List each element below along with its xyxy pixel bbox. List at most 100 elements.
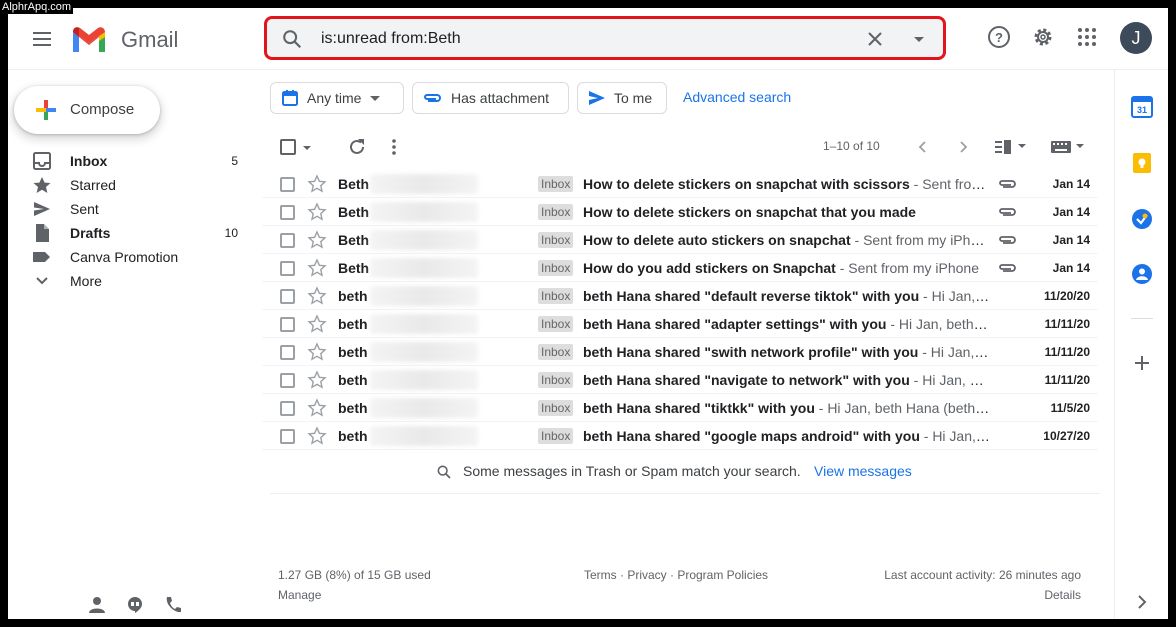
sender-name: beth bbox=[338, 316, 368, 332]
email-row[interactable]: Beth Inbox How do you add stickers on Snap… bbox=[262, 254, 1098, 282]
email-subject-line: beth Hana shared "swith network profile"… bbox=[583, 344, 991, 360]
gmail-logo-icon[interactable] bbox=[70, 24, 108, 54]
calendar-app-icon[interactable]: 31 bbox=[1131, 96, 1153, 118]
add-addon-icon[interactable] bbox=[1131, 352, 1153, 374]
row-checkbox[interactable] bbox=[280, 261, 295, 276]
star-toggle-icon[interactable] bbox=[307, 258, 327, 278]
hangouts-icon[interactable] bbox=[126, 596, 144, 614]
sidebar-item-sent[interactable]: Sent bbox=[8, 197, 258, 221]
email-subject-line: beth Hana shared "default reverse tiktok… bbox=[583, 288, 991, 304]
search-input[interactable]: is:unread from:Beth bbox=[321, 30, 461, 48]
manage-storage-link[interactable]: Manage bbox=[278, 588, 321, 602]
email-subject: beth Hana shared "navigate to network" w… bbox=[583, 372, 910, 388]
row-checkbox[interactable] bbox=[280, 401, 295, 416]
refresh-icon[interactable] bbox=[347, 137, 367, 157]
send-icon bbox=[589, 91, 605, 105]
email-row[interactable]: beth Inbox beth Hana shared "swith network… bbox=[262, 338, 1098, 366]
person-icon[interactable] bbox=[88, 596, 106, 614]
star-icon bbox=[33, 177, 51, 193]
any-time-filter[interactable]: Any time bbox=[270, 82, 404, 114]
row-checkbox[interactable] bbox=[280, 345, 295, 360]
email-subject-line: How to delete stickers on snapchat that … bbox=[583, 204, 991, 220]
inbox-label-badge[interactable]: Inbox bbox=[538, 316, 574, 332]
search-icon[interactable] bbox=[281, 28, 303, 50]
sidebar-item-inbox[interactable]: Inbox 5 bbox=[8, 149, 258, 173]
has-attachment-filter[interactable]: Has attachment bbox=[412, 82, 569, 114]
inbox-label-badge[interactable]: Inbox bbox=[538, 176, 574, 192]
star-toggle-icon[interactable] bbox=[307, 342, 327, 362]
keep-app-icon[interactable] bbox=[1131, 152, 1153, 174]
draft-icon bbox=[36, 224, 49, 242]
star-toggle-icon[interactable] bbox=[307, 202, 327, 222]
search-bar[interactable]: is:unread from:Beth bbox=[264, 16, 946, 60]
email-subject-line: How to delete auto stickers on snapchat … bbox=[583, 232, 991, 248]
advanced-search-link[interactable]: Advanced search bbox=[683, 89, 791, 105]
details-link[interactable]: Details bbox=[1044, 588, 1081, 602]
to-me-filter[interactable]: To me bbox=[577, 82, 667, 114]
contacts-app-icon[interactable] bbox=[1131, 263, 1153, 285]
row-checkbox[interactable] bbox=[280, 177, 295, 192]
sender-name: Beth bbox=[338, 232, 370, 248]
email-row[interactable]: beth Inbox beth Hana shared "adapter setti… bbox=[262, 310, 1098, 338]
inbox-label-badge[interactable]: Inbox bbox=[538, 204, 574, 220]
email-subject-line: How do you add stickers on Snapchat - Se… bbox=[583, 260, 991, 276]
star-toggle-icon[interactable] bbox=[307, 398, 327, 418]
email-date: 11/11/20 bbox=[1044, 317, 1090, 331]
star-toggle-icon[interactable] bbox=[307, 230, 327, 250]
chevron-right-icon[interactable] bbox=[1131, 591, 1153, 613]
row-checkbox[interactable] bbox=[280, 429, 295, 444]
settings-gear-icon[interactable] bbox=[1031, 25, 1055, 49]
email-row[interactable]: beth Inbox beth Hana shared "tiktkk" with … bbox=[262, 394, 1098, 422]
inbox-label-badge[interactable]: Inbox bbox=[538, 372, 574, 388]
row-checkbox[interactable] bbox=[280, 373, 295, 388]
keyboard-icon[interactable] bbox=[1050, 140, 1086, 154]
email-date: Jan 14 bbox=[1052, 233, 1090, 247]
star-toggle-icon[interactable] bbox=[307, 426, 327, 446]
email-row[interactable]: Beth Inbox How to delete stickers on snapc… bbox=[262, 198, 1098, 226]
chevron-left-icon[interactable] bbox=[916, 140, 930, 154]
inbox-label-badge[interactable]: Inbox bbox=[538, 288, 574, 304]
tasks-app-icon[interactable] bbox=[1131, 208, 1153, 230]
email-row[interactable]: beth Inbox beth Hana shared "default rever… bbox=[262, 282, 1098, 310]
view-messages-link[interactable]: View messages bbox=[814, 463, 912, 479]
terms-links[interactable]: Terms · Privacy · Program Policies bbox=[584, 568, 768, 582]
email-row[interactable]: Beth Inbox How to delete auto stickers on … bbox=[262, 226, 1098, 254]
sidebar-item-starred[interactable]: Starred bbox=[8, 173, 258, 197]
unread-count: 5 bbox=[231, 154, 238, 168]
row-checkbox[interactable] bbox=[280, 233, 295, 248]
clear-search-icon[interactable] bbox=[865, 29, 885, 49]
select-dropdown-icon[interactable] bbox=[302, 143, 312, 153]
star-toggle-icon[interactable] bbox=[307, 314, 327, 334]
inbox-label-badge[interactable]: Inbox bbox=[538, 428, 574, 444]
help-icon[interactable]: ? bbox=[987, 25, 1011, 49]
account-avatar[interactable]: J bbox=[1120, 22, 1152, 54]
star-toggle-icon[interactable] bbox=[307, 286, 327, 306]
search-options-icon[interactable] bbox=[909, 29, 929, 49]
watermark: AlphrApq.com bbox=[0, 0, 74, 14]
phone-icon[interactable] bbox=[164, 596, 182, 614]
star-toggle-icon[interactable] bbox=[307, 174, 327, 194]
google-apps-icon[interactable] bbox=[1077, 27, 1097, 47]
sidebar-item-drafts[interactable]: Drafts 10 bbox=[8, 221, 258, 245]
split-pane-icon[interactable] bbox=[994, 139, 1028, 155]
inbox-label-badge[interactable]: Inbox bbox=[538, 260, 574, 276]
main-menu-icon[interactable] bbox=[28, 25, 56, 53]
inbox-label-badge[interactable]: Inbox bbox=[538, 400, 574, 416]
row-checkbox[interactable] bbox=[280, 289, 295, 304]
sender-name: beth bbox=[338, 428, 368, 444]
select-all-checkbox[interactable] bbox=[280, 139, 296, 155]
email-row[interactable]: beth Inbox beth Hana shared "navigate to n… bbox=[262, 366, 1098, 394]
redacted-sender-detail bbox=[370, 314, 478, 334]
more-options-icon[interactable] bbox=[390, 137, 398, 157]
inbox-label-badge[interactable]: Inbox bbox=[538, 232, 574, 248]
email-row[interactable]: beth Inbox beth Hana shared "google maps a… bbox=[262, 422, 1098, 450]
inbox-label-badge[interactable]: Inbox bbox=[538, 344, 574, 360]
email-row[interactable]: Beth Inbox How to delete stickers on snapc… bbox=[262, 170, 1098, 198]
chevron-right-icon[interactable] bbox=[956, 140, 970, 154]
sidebar-item-canva-promotion[interactable]: Canva Promotion bbox=[8, 245, 258, 269]
sidebar-item-more[interactable]: More bbox=[8, 269, 258, 293]
compose-button[interactable]: Compose bbox=[14, 86, 160, 134]
star-toggle-icon[interactable] bbox=[307, 370, 327, 390]
row-checkbox[interactable] bbox=[280, 317, 295, 332]
row-checkbox[interactable] bbox=[280, 205, 295, 220]
